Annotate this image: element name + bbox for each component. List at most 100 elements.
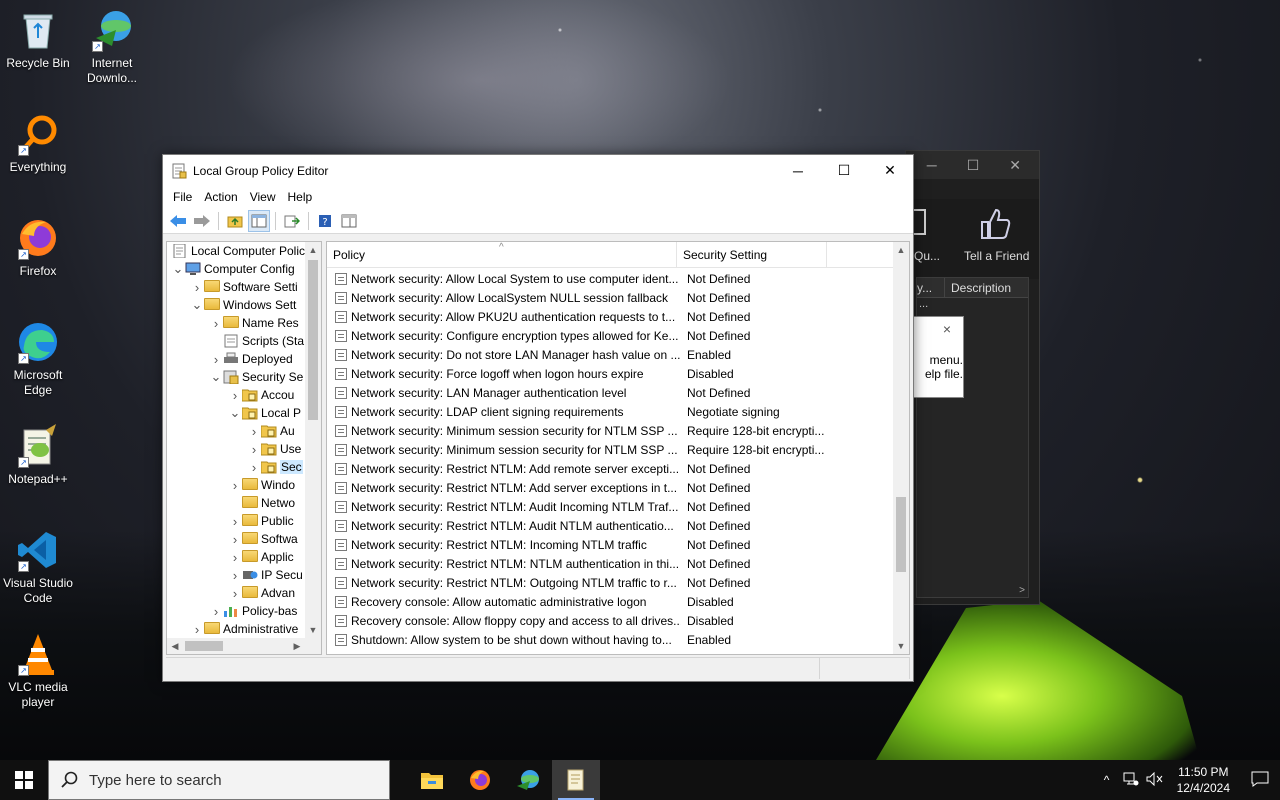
bg-maximize-button[interactable]: ☐	[967, 157, 980, 174]
expand-chevron-icon[interactable]: ›	[209, 604, 223, 619]
console-tree[interactable]: Local Computer Polic ⌄ Computer Config › Sof…	[166, 241, 322, 655]
tell-a-friend-button[interactable]: Tell a Friend	[964, 249, 1029, 263]
up-one-level-button[interactable]	[224, 210, 246, 232]
network-icon[interactable]	[1119, 772, 1143, 789]
properties-button[interactable]	[338, 210, 360, 232]
notification-center-icon[interactable]	[1240, 771, 1280, 790]
list-vertical-scrollbar[interactable]: ▲ ▼	[893, 242, 909, 654]
bg-hscroll-arrow[interactable]: >	[1019, 585, 1025, 596]
policy-list[interactable]: ^ Policy Security Setting Network securi…	[326, 241, 910, 655]
policy-row[interactable]: Recovery console: Allow automatic admini…	[327, 592, 893, 611]
policy-row[interactable]: Network security: Force logoff when logo…	[327, 364, 893, 383]
maximize-button[interactable]: ☐	[821, 155, 867, 186]
minimize-button[interactable]: ─	[775, 155, 821, 186]
policy-row[interactable]: Network security: Restrict NTLM: Audit N…	[327, 516, 893, 535]
tree-node[interactable]: › Sec	[167, 458, 305, 476]
tree-node[interactable]: ⌄ Security Se	[167, 368, 305, 386]
tree-vertical-scrollbar[interactable]: ▲ ▼	[305, 242, 321, 638]
tree-node[interactable]: › Accou	[167, 386, 305, 404]
taskbar-firefox[interactable]	[456, 760, 504, 800]
tree-node[interactable]: › Use	[167, 440, 305, 458]
taskbar-internet-download-manager[interactable]	[504, 760, 552, 800]
tree-node[interactable]: › Public	[167, 512, 305, 530]
menu-view[interactable]: View	[244, 190, 282, 204]
tree-node[interactable]: › Applic	[167, 548, 305, 566]
tree-hscroll-thumb[interactable]	[185, 641, 223, 651]
policy-row[interactable]: Network security: LDAP client signing re…	[327, 402, 893, 421]
policy-row[interactable]: Network security: Do not store LAN Manag…	[327, 345, 893, 364]
policy-row[interactable]: Network security: Restrict NTLM: Outgoin…	[327, 573, 893, 592]
expand-chevron-icon[interactable]: ›	[190, 622, 204, 637]
taskbar-group-policy-editor[interactable]	[552, 760, 600, 800]
tree-node[interactable]: › Deployed	[167, 350, 305, 368]
policy-row[interactable]: Recovery console: Allow floppy copy and …	[327, 611, 893, 630]
bg-minimize-button[interactable]: ─	[927, 157, 937, 173]
background-window[interactable]: ─ ☐ ✕ Qu... Tell a Friend y... Descripti…	[905, 150, 1040, 605]
scroll-left-icon[interactable]: ◀	[167, 638, 183, 654]
column-header-security-setting[interactable]: Security Setting	[677, 242, 827, 267]
policy-row[interactable]: Network security: Allow Local System to …	[327, 269, 893, 288]
tree-node[interactable]: › Softwa	[167, 530, 305, 548]
forward-button[interactable]	[191, 210, 213, 232]
desktop-icon-firefox[interactable]: ↗ Firefox	[0, 216, 76, 279]
close-button[interactable]: ✕	[867, 155, 913, 186]
collapse-chevron-icon[interactable]: ⌄	[190, 297, 204, 313]
menu-help[interactable]: Help	[282, 190, 319, 204]
expand-chevron-icon[interactable]: ›	[228, 586, 242, 601]
expand-chevron-icon[interactable]: ›	[228, 478, 242, 493]
policy-row[interactable]: Network security: Minimum session securi…	[327, 440, 893, 459]
tree-node[interactable]: › IP Secu	[167, 566, 305, 584]
start-button[interactable]	[0, 760, 48, 800]
desktop-icon-vlc[interactable]: ↗ VLC media player	[0, 632, 76, 710]
scroll-up-icon[interactable]: ▲	[893, 242, 909, 258]
expand-chevron-icon[interactable]: ›	[247, 442, 261, 457]
volume-muted-icon[interactable]	[1143, 771, 1167, 789]
tree-horizontal-scrollbar[interactable]: ◀ ▶	[167, 638, 321, 654]
group-policy-editor-window[interactable]: Local Group Policy Editor ─ ☐ ✕ File Act…	[162, 154, 914, 682]
desktop-icon-vscode[interactable]: ↗ Visual Studio Code	[0, 528, 76, 606]
tree-scroll-thumb[interactable]	[308, 260, 318, 420]
tree-node[interactable]: ⌄ Local P	[167, 404, 305, 422]
policy-row[interactable]: Network security: Restrict NTLM: Incomin…	[327, 535, 893, 554]
bg-qu-label[interactable]: Qu...	[914, 249, 940, 263]
tree-node[interactable]: Scripts (Sta	[167, 332, 305, 350]
expand-chevron-icon[interactable]: ›	[209, 316, 223, 331]
scroll-down-icon[interactable]: ▼	[893, 638, 909, 654]
tree-node[interactable]: › Windo	[167, 476, 305, 494]
scroll-up-icon[interactable]: ▲	[305, 242, 321, 258]
bg-column-description[interactable]: Description	[945, 278, 1011, 297]
tree-node[interactable]: › Software Setti	[167, 278, 305, 296]
title-bar[interactable]: Local Group Policy Editor ─ ☐ ✕	[163, 155, 913, 186]
tree-node[interactable]: › Au	[167, 422, 305, 440]
taskbar-clock[interactable]: 11:50 PM 12/4/2024	[1167, 764, 1240, 796]
expand-chevron-icon[interactable]: ›	[247, 424, 261, 439]
policy-row[interactable]: Shutdown: Allow system to be shut down w…	[327, 630, 893, 649]
show-hide-console-tree-button[interactable]	[248, 209, 270, 232]
policy-row[interactable]: Network security: Minimum session securi…	[327, 421, 893, 440]
expand-chevron-icon[interactable]: ›	[228, 568, 242, 583]
policy-row[interactable]: Network security: Allow PKU2U authentica…	[327, 307, 893, 326]
policy-row[interactable]: Network security: Restrict NTLM: Add ser…	[327, 478, 893, 497]
tree-node[interactable]: ⌄ Windows Sett	[167, 296, 305, 314]
tree-node[interactable]: › Advan	[167, 584, 305, 602]
taskbar-file-explorer[interactable]	[408, 760, 456, 800]
expand-chevron-icon[interactable]: ›	[228, 532, 242, 547]
collapse-chevron-icon[interactable]: ⌄	[171, 261, 185, 277]
expand-chevron-icon[interactable]: ›	[228, 388, 242, 403]
collapse-chevron-icon[interactable]: ⌄	[228, 405, 242, 421]
desktop-icon-recycle-bin[interactable]: Recycle Bin	[0, 8, 76, 71]
expand-chevron-icon[interactable]: ›	[190, 280, 204, 295]
tree-node[interactable]: › Policy-bas	[167, 602, 305, 620]
collapse-chevron-icon[interactable]: ⌄	[209, 369, 223, 385]
bg-column-header[interactable]: y...	[917, 278, 945, 297]
desktop-icon-notepadpp[interactable]: ↗ Notepad++	[0, 424, 76, 487]
menu-file[interactable]: File	[167, 190, 198, 204]
expand-chevron-icon[interactable]: ›	[209, 352, 223, 367]
scroll-right-icon[interactable]: ▶	[289, 638, 305, 654]
policy-row[interactable]: Network security: Restrict NTLM: Add rem…	[327, 459, 893, 478]
expand-chevron-icon[interactable]: ›	[228, 550, 242, 565]
scroll-down-icon[interactable]: ▼	[305, 622, 321, 638]
policy-row[interactable]: Network security: Restrict NTLM: NTLM au…	[327, 554, 893, 573]
expand-chevron-icon[interactable]: ›	[228, 514, 242, 529]
tree-node[interactable]: Local Computer Polic	[167, 242, 305, 260]
